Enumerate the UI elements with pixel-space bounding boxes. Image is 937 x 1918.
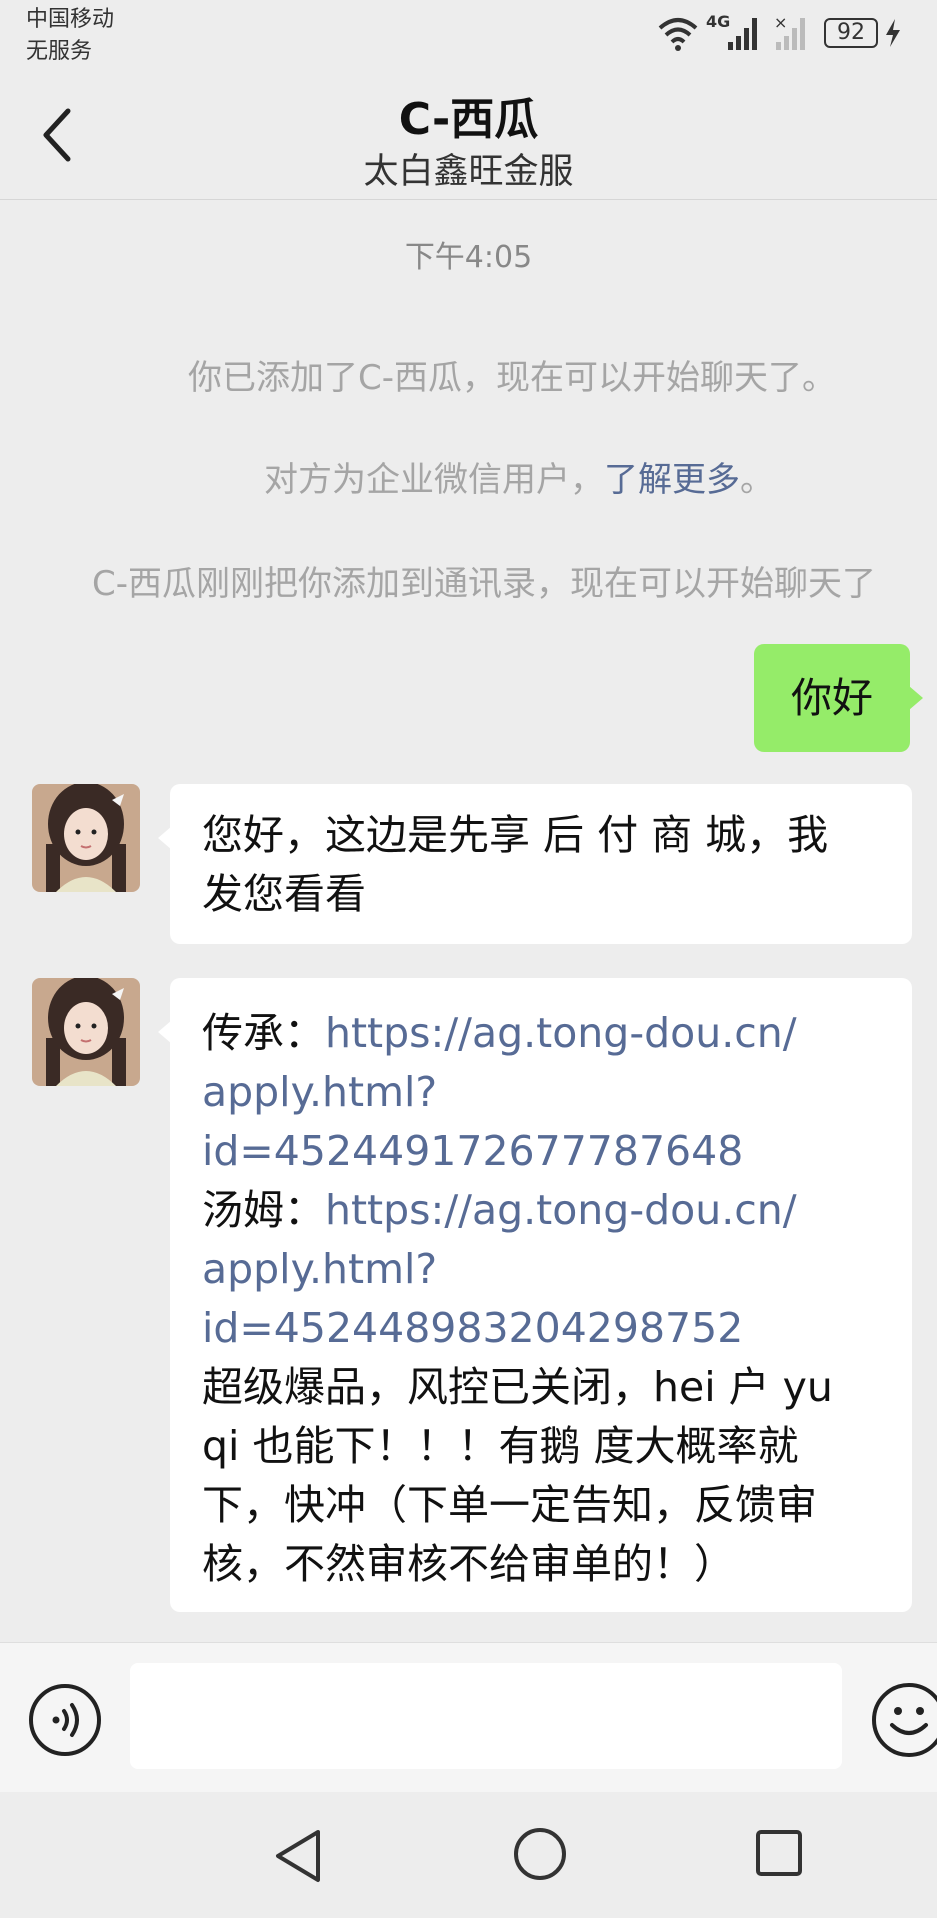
- chat-header: C-西瓜 太白鑫旺金服: [0, 75, 937, 200]
- link-url[interactable]: https://ag.tong-dou.cn/: [325, 1009, 797, 1057]
- svg-text:×: ×: [774, 14, 787, 32]
- battery-level: 92: [837, 20, 865, 45]
- message-line: qi 也能下！！！有鹅 度大概率就: [202, 1422, 799, 1470]
- wifi-icon: [658, 18, 698, 51]
- received-message-bubble[interactable]: 传承：https://ag.tong-dou.cn/ apply.html? i…: [170, 978, 912, 1612]
- service-status: 无服务: [26, 39, 93, 64]
- link-url[interactable]: apply.html?: [202, 1063, 437, 1122]
- link-label: 汤姆：: [202, 1186, 325, 1234]
- system-nav-bar: [0, 1792, 937, 1918]
- link-url[interactable]: apply.html?: [202, 1240, 437, 1299]
- learn-more-link[interactable]: 了解更多: [604, 460, 740, 500]
- message-line: 您好，这边是先享 后 付 商 城，我: [202, 811, 829, 859]
- system-message-added: 你已添加了C-西瓜，现在可以开始聊天了。: [188, 358, 837, 398]
- no-signal-icon: ×: [774, 14, 805, 50]
- square-recent-icon[interactable]: [754, 1828, 804, 1878]
- chat-title: C-西瓜: [398, 94, 539, 145]
- battery-icon: 92: [824, 18, 878, 48]
- emoji-icon[interactable]: [870, 1681, 937, 1759]
- chat-subtitle: 太白鑫旺金服: [363, 152, 574, 192]
- link-url[interactable]: https://ag.tong-dou.cn/: [325, 1186, 797, 1234]
- enterprise-notice-text: 对方为企业微信用户，: [264, 460, 604, 500]
- signal-icon: [728, 18, 757, 50]
- avatar[interactable]: [32, 784, 140, 892]
- message-timestamp: 下午4:05: [404, 240, 533, 275]
- charging-icon: [886, 19, 900, 47]
- sent-message-text: 你好: [791, 674, 873, 722]
- message-line: 超级爆品，风控已关闭，hei 户 yu: [202, 1363, 833, 1411]
- voice-icon[interactable]: [28, 1683, 102, 1757]
- message-line: 下，快冲（下单一定告知，反馈审: [202, 1481, 817, 1529]
- message-line: 发您看看: [202, 870, 366, 918]
- message-line: 传承：https://ag.tong-dou.cn/: [202, 1004, 797, 1063]
- received-message-bubble[interactable]: 您好，这边是先享 后 付 商 城，我 发您看看: [170, 784, 912, 944]
- status-bar: 中国移动 无服务 4G × 92: [0, 0, 937, 75]
- input-bar: [0, 1642, 937, 1793]
- system-message-contact: C-西瓜刚刚把你添加到通讯录，现在可以开始聊天了: [92, 564, 877, 604]
- sent-message-bubble[interactable]: 你好: [754, 644, 910, 752]
- triangle-back-icon[interactable]: [272, 1828, 326, 1884]
- link-url[interactable]: id=452448983204298752: [202, 1299, 743, 1358]
- message-line: 核，不然审核不给审单的！）: [202, 1540, 735, 1588]
- enterprise-notice-suffix: 。: [740, 460, 774, 500]
- circle-home-icon[interactable]: [512, 1826, 568, 1882]
- message-line: 汤姆：https://ag.tong-dou.cn/: [202, 1181, 797, 1240]
- link-url[interactable]: id=452449172677787648: [202, 1122, 743, 1181]
- message-input[interactable]: [130, 1663, 842, 1769]
- sent-bubble-tail: [909, 686, 923, 710]
- carrier-name: 中国移动: [26, 7, 115, 32]
- link-label: 传承：: [202, 1009, 325, 1057]
- system-message-enterprise: 对方为企业微信用户，了解更多。: [264, 452, 774, 501]
- avatar[interactable]: [32, 978, 140, 1086]
